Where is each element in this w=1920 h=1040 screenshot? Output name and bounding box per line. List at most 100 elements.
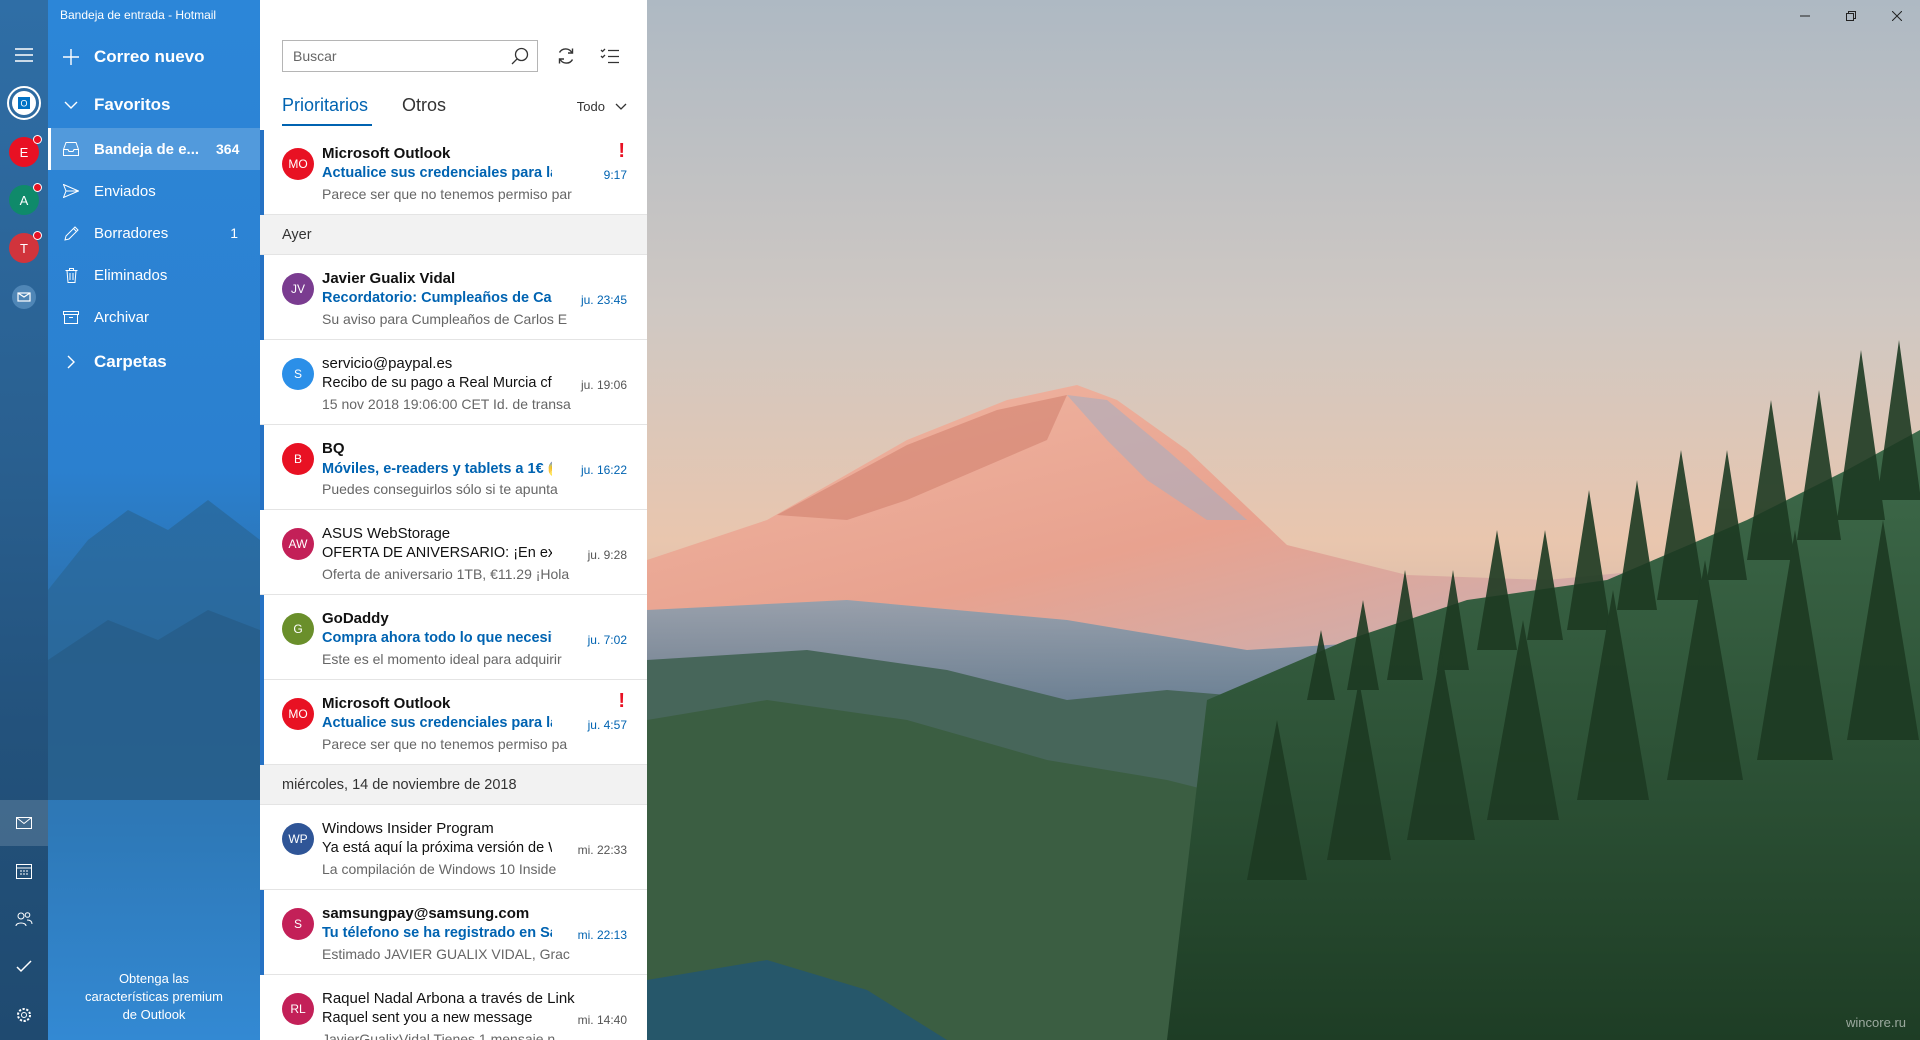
message-subject: Compra ahora todo lo que necesites y: [322, 630, 552, 646]
tab-prioritarios[interactable]: Prioritarios: [282, 95, 368, 116]
message-preview: Parece ser que no tenemos permiso pa: [322, 736, 568, 752]
message-subject: Raquel sent you a new message: [322, 1010, 533, 1026]
mail-icon: [16, 817, 32, 829]
folders-label: Carpetas: [94, 352, 167, 371]
date-group-header: Ayer: [260, 215, 647, 255]
folder-item[interactable]: Bandeja de e... 364: [48, 128, 260, 170]
message-subject: Recordatorio: Cumpleaños de Carlos: [322, 290, 552, 306]
message-time: 9:17: [603, 168, 627, 182]
folders-header[interactable]: Carpetas: [48, 339, 260, 385]
calendar-icon: [16, 864, 32, 879]
chevron-down-icon: [615, 103, 627, 110]
message-time: ju. 19:06: [580, 378, 627, 392]
todo-nav-button[interactable]: [0, 944, 48, 990]
sender-avatar: G: [282, 613, 314, 645]
folder-count: 1: [230, 225, 238, 241]
sender-avatar: JV: [282, 273, 314, 305]
message-time: ju. 23:45: [580, 293, 627, 307]
message-item[interactable]: WP Windows Insider Program Ya está aquí la…: [260, 805, 647, 890]
message-item[interactable]: G GoDaddy Compra ahora todo lo que necesit…: [260, 595, 647, 680]
account-avatar[interactable]: E: [9, 135, 42, 167]
message-sender: Javier Gualix Vidal: [322, 270, 456, 287]
sync-button[interactable]: [552, 42, 580, 70]
favorites-header[interactable]: Favoritos: [48, 82, 260, 128]
pencil-icon: [48, 225, 94, 241]
account-avatar[interactable]: A: [9, 183, 42, 215]
message-time: mi. 22:33: [577, 843, 627, 857]
message-item[interactable]: AW ASUS WebStorage OFERTA DE ANIVERSARIO: …: [260, 510, 647, 595]
search-box[interactable]: Buscar: [282, 40, 538, 72]
calendar-nav-button[interactable]: [0, 848, 48, 894]
message-preview: Este es el momento ideal para adquirir: [322, 651, 562, 667]
folder-count: 364: [216, 141, 240, 157]
message-preview: Estimado JAVIER GUALIX VIDAL, Grac: [322, 946, 570, 962]
message-preview: JavierGualixVidal Tienes 1 mensaje n: [322, 1031, 556, 1040]
message-item[interactable]: RL Raquel Nadal Arbona a través de Link Ra…: [260, 975, 647, 1040]
message-preview: La compilación de Windows 10 Inside: [322, 861, 557, 877]
outlook-account-button[interactable]: O: [0, 80, 48, 126]
minimize-button[interactable]: [1782, 0, 1828, 32]
people-nav-button[interactable]: [0, 896, 48, 942]
account-avatar[interactable]: T: [9, 231, 42, 263]
message-item[interactable]: MO Microsoft Outlook Actualice sus credenc…: [260, 680, 647, 765]
settings-nav-button[interactable]: [0, 992, 48, 1038]
selected-folder-indicator: [48, 128, 51, 170]
close-button[interactable]: [1874, 0, 1920, 32]
selection-mode-button[interactable]: [596, 42, 624, 70]
folder-name: Bandeja de e...: [94, 140, 200, 158]
message-list-pane: Buscar Prioritarios Otros Todo MO Microso…: [260, 0, 647, 1040]
message-sender: GoDaddy: [322, 610, 389, 627]
folder-item[interactable]: Enviados: [48, 170, 260, 212]
message-sender: Windows Insider Program: [322, 820, 494, 837]
checklist-icon: [600, 48, 619, 64]
premium-line-2: características premium: [85, 989, 223, 1004]
message-item[interactable]: Sservicio@paypal.es Recibo de su pago a R…: [260, 340, 647, 425]
message-sender: Raquel Nadal Arbona a través de Link: [322, 990, 575, 1007]
message-sender: samsungpay@samsung.com: [322, 905, 530, 922]
message-subject: Móviles, e-readers y tablets a 1€ 😱 j: [322, 461, 552, 477]
sender-avatar: S: [282, 358, 314, 390]
todo-icon: [16, 960, 32, 973]
message-sender: Microsoft Outlook: [322, 695, 451, 712]
message-subject: Actualice sus credenciales para la cuen: [322, 715, 552, 731]
send-icon: [48, 184, 94, 198]
sender-avatar: MO: [282, 148, 314, 180]
folder-item[interactable]: Borradores 1: [48, 212, 260, 254]
restore-button[interactable]: [1828, 0, 1874, 32]
favorites-label: Favoritos: [94, 95, 171, 114]
watermark: wincore.ru: [1846, 1015, 1906, 1030]
trash-icon: [48, 267, 94, 283]
switch-account-button[interactable]: [0, 274, 48, 320]
mail-nav-button[interactable]: [0, 800, 48, 846]
settings-icon: [17, 1008, 31, 1022]
message-subject: OFERTA DE ANIVERSARIO: ¡En exclusiva: [322, 545, 552, 561]
hamburger-menu-button[interactable]: [0, 32, 48, 78]
message-item[interactable]: JV Javier Gualix Vidal Recordatorio: Cumpl…: [260, 255, 647, 340]
message-item[interactable]: MO Microsoft Outlook Actualice sus credenc…: [260, 130, 647, 215]
inbox-tabs: Prioritarios Otros: [282, 95, 627, 125]
premium-promo-link[interactable]: Obtenga las características premium de O…: [48, 970, 260, 1024]
message-subject: Ya está aquí la próxima versión de Wi: [322, 840, 552, 856]
message-item[interactable]: B BQ Móviles, e-readers y tablets a 1€ 😱 j…: [260, 425, 647, 510]
outlook-logo-icon: O: [7, 86, 41, 120]
folder-pane: Correo nuevo Favoritos Bandeja de e... 36…: [48, 0, 260, 1040]
account-notification-dot: [33, 183, 42, 192]
message-time: ju. 7:02: [587, 633, 627, 647]
folder-item[interactable]: Eliminados: [48, 254, 260, 296]
message-subject: Actualice sus credenciales para la cuent…: [322, 165, 552, 181]
tab-otros[interactable]: Otros: [402, 95, 446, 116]
new-mail-button[interactable]: Correo nuevo: [48, 34, 260, 80]
filter-dropdown[interactable]: Todo: [577, 99, 627, 114]
message-item[interactable]: Ssamsungpay@samsung.com Tu télefono se ha…: [260, 890, 647, 975]
mountain-landscape-image: [647, 0, 1920, 1040]
search-icon[interactable]: [511, 47, 529, 65]
message-preview: 15 nov 2018 19:06:00 CET Id. de transa: [322, 396, 571, 412]
message-list: MO Microsoft Outlook Actualice sus credenc…: [260, 130, 647, 1040]
message-preview: Puedes conseguirlos sólo si te apunta: [322, 481, 558, 497]
active-tab-underline: [282, 124, 372, 126]
message-time: mi. 22:13: [577, 928, 627, 942]
window-title: Bandeja de entrada - Hotmail: [60, 8, 217, 22]
folder-item[interactable]: Archivar: [48, 296, 260, 338]
message-sender: ASUS WebStorage: [322, 525, 451, 542]
date-group-header: miércoles, 14 de noviembre de 2018: [260, 765, 647, 805]
